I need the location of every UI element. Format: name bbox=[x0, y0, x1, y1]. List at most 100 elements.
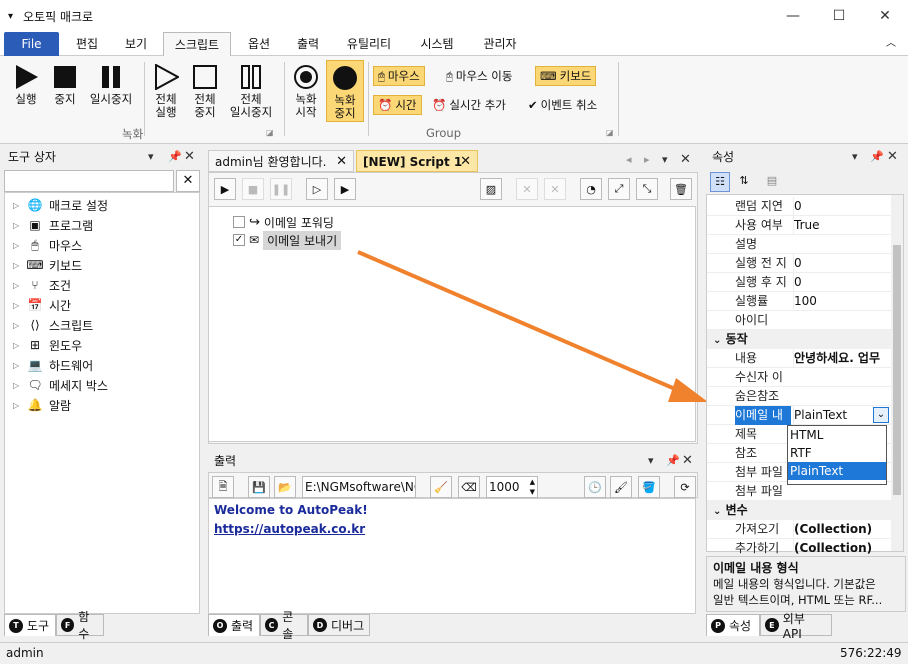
tree-item-mouse[interactable]: ▷ 🖱 마우스 bbox=[13, 235, 82, 255]
close-tab-icon[interactable]: ✕ bbox=[460, 151, 471, 173]
close-icon[interactable]: ✕ bbox=[680, 152, 691, 167]
clear-search-button[interactable]: ✕ bbox=[176, 170, 200, 192]
option-rtf[interactable]: RTF bbox=[788, 444, 886, 462]
mouse-toggle[interactable]: 🖱 마우스 bbox=[373, 66, 425, 86]
prop-row[interactable]: 실행 후 지0 bbox=[707, 273, 891, 292]
time-toggle[interactable]: ⏰ 시간 bbox=[373, 95, 422, 115]
dropdown-icon[interactable]: ▾ bbox=[852, 150, 858, 163]
tab-external-api[interactable]: E 외부 API bbox=[760, 612, 832, 641]
prop-row[interactable]: 설명 bbox=[707, 235, 891, 254]
group-launcher-icon[interactable]: ◪ bbox=[606, 128, 614, 137]
pin-icon[interactable]: 📌 bbox=[870, 150, 884, 163]
tab-welcome[interactable]: admin님 환영합니다. ✕ bbox=[208, 150, 354, 172]
run-button[interactable]: 실행 bbox=[8, 64, 44, 106]
group-launcher-icon[interactable]: ◪ bbox=[266, 128, 274, 137]
prop-row[interactable]: 내용 안녕하세요. 업무 bbox=[707, 349, 891, 368]
image-button[interactable]: ▨ bbox=[480, 178, 502, 200]
output-limit-stepper[interactable]: 1000 ▲ ▼ bbox=[486, 476, 538, 498]
tab-properties[interactable]: P 속성 bbox=[706, 614, 760, 636]
fill-button[interactable]: 🪣 bbox=[638, 476, 660, 498]
tree-item-alarm[interactable]: ▷ 🔔 알람 bbox=[13, 395, 71, 415]
tab-list-icon[interactable]: ▾ bbox=[662, 153, 668, 166]
open-folder-button[interactable]: 📂 bbox=[274, 476, 296, 498]
brush-button[interactable]: 🖌 bbox=[610, 476, 632, 498]
tab-script-1[interactable]: [NEW] Script 1 ✕ bbox=[356, 150, 478, 172]
stop-script-button[interactable]: ■ bbox=[242, 178, 264, 200]
tree-item-message-box[interactable]: ▷ 🗨 메세지 박스 bbox=[13, 375, 108, 395]
tree-item-keyboard[interactable]: ▷ ⌨ 키보드 bbox=[13, 255, 82, 275]
close-button[interactable]: ✕ bbox=[862, 0, 908, 32]
checkbox[interactable] bbox=[233, 216, 245, 228]
menu-utility[interactable]: 유틸리티 bbox=[336, 32, 402, 56]
tree-item-condition[interactable]: ▷ ⑂ 조건 bbox=[13, 275, 71, 295]
dropdown-icon[interactable]: ▾ bbox=[648, 454, 654, 467]
close-icon[interactable]: ✕ bbox=[184, 149, 195, 164]
category-variables[interactable]: ⌄ 변수 bbox=[707, 501, 891, 520]
tab-tools[interactable]: T 도구 bbox=[4, 614, 56, 636]
prop-row[interactable]: 랜덤 지연 0 bbox=[707, 197, 891, 216]
option-plaintext[interactable]: PlainText bbox=[788, 462, 886, 480]
maximize-button[interactable]: ☐ bbox=[816, 0, 862, 32]
delete-all-button[interactable]: ✕ bbox=[544, 178, 566, 200]
collapse-button[interactable]: ⤡ bbox=[636, 178, 658, 200]
keyboard-toggle[interactable]: ⌨ 키보드 bbox=[535, 66, 597, 86]
tree-item-time[interactable]: ▷ 📅 시간 bbox=[13, 295, 71, 315]
menu-file[interactable]: File bbox=[4, 32, 59, 56]
scroll-right-icon[interactable]: ▸ bbox=[644, 153, 650, 166]
menu-admin[interactable]: 관리자 bbox=[472, 32, 528, 56]
tab-functions[interactable]: F 함수 bbox=[56, 610, 104, 641]
tree-item-macro-settings[interactable]: ▷ 🌐 매크로 설정 bbox=[13, 195, 108, 215]
prop-row[interactable]: 실행 전 지0 bbox=[707, 254, 891, 273]
refresh-button[interactable]: ⟳ bbox=[674, 476, 696, 498]
menu-script[interactable]: 스크립트 bbox=[163, 32, 231, 57]
pause-button[interactable]: 일시중지 bbox=[84, 64, 138, 106]
scroll-left-icon[interactable]: ◂ bbox=[626, 153, 632, 166]
eraser-button[interactable]: ⌫ bbox=[458, 476, 480, 498]
pause-all-button[interactable]: 전체 일시중지 bbox=[224, 64, 278, 119]
close-icon[interactable]: ✕ bbox=[887, 149, 898, 164]
menu-view[interactable]: 보기 bbox=[114, 32, 158, 56]
trash-button[interactable]: 🗑 bbox=[670, 178, 692, 200]
prop-row[interactable]: 실행률 100 bbox=[707, 292, 891, 311]
menu-output[interactable]: 출력 bbox=[286, 32, 330, 56]
tab-debug[interactable]: D 디버그 bbox=[308, 614, 370, 636]
clean-button[interactable]: 🧹 bbox=[430, 476, 452, 498]
run-all-button[interactable]: 전체 실행 bbox=[148, 64, 184, 119]
chevron-down-icon[interactable]: ⌄ bbox=[873, 407, 889, 423]
category-action[interactable]: ⌄ 동작 bbox=[707, 330, 891, 349]
stop-all-button[interactable]: 전체 중지 bbox=[188, 64, 222, 119]
tab-console[interactable]: C 콘솔 bbox=[260, 610, 308, 641]
collapse-ribbon-icon[interactable]: ︿ bbox=[882, 32, 900, 56]
pause-script-button[interactable]: ❚❚ bbox=[270, 178, 292, 200]
delete-button[interactable]: ✕ bbox=[516, 178, 538, 200]
run-step-button[interactable]: ▷ bbox=[306, 178, 328, 200]
tab-output[interactable]: O 출력 bbox=[208, 614, 260, 636]
alphabetical-button[interactable]: ⇅ bbox=[734, 172, 754, 192]
prop-row[interactable]: 수신자 이 bbox=[707, 368, 891, 387]
run-selected-button[interactable]: ▶ bbox=[334, 178, 356, 200]
action-email-forwarding[interactable]: ↪ 이메일 포워딩 bbox=[233, 213, 334, 231]
prop-row-email-format[interactable]: 이메일 내 PlainText ⌄ bbox=[707, 406, 891, 425]
tree-item-program[interactable]: ▷ ▣ 프로그램 bbox=[13, 215, 93, 235]
stop-button[interactable]: 중지 bbox=[48, 64, 82, 106]
prop-row[interactable]: 사용 여부 True bbox=[707, 216, 891, 235]
tree-item-script[interactable]: ▷ ⟨⟩ 스크립트 bbox=[13, 315, 93, 335]
output-path-input[interactable]: E:\NGMsoftware\NG bbox=[302, 476, 416, 498]
menu-system[interactable]: 시스템 bbox=[408, 32, 466, 56]
app-menu-icon[interactable]: ▾ bbox=[8, 11, 13, 22]
categorized-button[interactable]: ☷ bbox=[710, 172, 730, 192]
run-script-button[interactable]: ▶ bbox=[214, 178, 236, 200]
save-button[interactable]: 💾 bbox=[248, 476, 270, 498]
property-pages-button[interactable]: ▤ bbox=[762, 172, 782, 192]
pin-icon[interactable]: 📌 bbox=[666, 454, 680, 467]
new-file-button[interactable]: 🗎 bbox=[212, 476, 234, 498]
realtime-add-toggle[interactable]: ⏰ 실시간 추가 bbox=[428, 95, 510, 115]
record-start-button[interactable]: 녹화 시작 bbox=[288, 64, 324, 119]
action-email-send[interactable]: ✓ ✉ 이메일 보내기 bbox=[233, 230, 342, 250]
property-scrollbar[interactable] bbox=[891, 195, 903, 551]
pin-icon[interactable]: 📌 bbox=[168, 150, 182, 163]
clock-button[interactable]: 🕒 bbox=[584, 476, 606, 498]
prop-row[interactable]: 가져오기 (Collection) bbox=[707, 520, 891, 539]
close-icon[interactable]: ✕ bbox=[682, 453, 693, 468]
prop-row[interactable]: 숨은참조 bbox=[707, 387, 891, 406]
